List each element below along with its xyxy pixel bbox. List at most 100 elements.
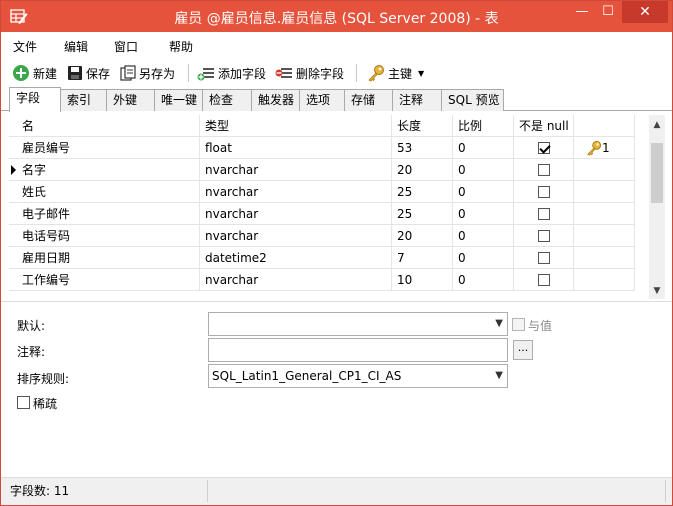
field-scale-cell[interactable]: 0 [453, 247, 514, 269]
not-null-cell [514, 159, 574, 181]
save-as-button[interactable]: 另存为 [120, 62, 175, 84]
primary-key-button[interactable]: 主键 ▼ [367, 62, 424, 84]
column-header-length[interactable]: 长度 [392, 115, 453, 137]
comment-label: 注释: [17, 345, 46, 359]
field-type-cell[interactable]: float [200, 137, 392, 159]
field-scale-cell[interactable]: 0 [453, 181, 514, 203]
field-length-cell[interactable]: 10 [392, 269, 453, 291]
column-header-key[interactable] [574, 115, 635, 137]
field-name-cell[interactable]: 工作编号 [17, 269, 200, 291]
field-name-cell[interactable]: 雇用日期 [17, 247, 200, 269]
field-type-cell[interactable]: nvarchar [200, 269, 392, 291]
save-button[interactable]: 保存 [67, 62, 110, 84]
table-row[interactable]: 名字 nvarchar 20 0 [9, 159, 635, 181]
tab-strip: 字段 索引 外键 唯一键 检查 触发器 选项 存储 注释 SQL 预览 [1, 87, 672, 112]
chevron-down-icon[interactable]: ▼ [495, 365, 503, 387]
not-null-checkbox[interactable] [538, 230, 550, 242]
key-cell: 1 [574, 137, 635, 159]
tab-options[interactable]: 选项 [299, 89, 345, 111]
table-designer-window: 雇员 @雇员信息.雇员信息 (SQL Server 2008) - 表 — ☐ … [0, 0, 673, 506]
menu-file[interactable]: 文件 [13, 38, 37, 55]
key-cell [574, 269, 635, 291]
field-length-cell[interactable]: 7 [392, 247, 453, 269]
column-header-name[interactable]: 名 [17, 115, 200, 137]
field-name-cell[interactable]: 雇员编号 [17, 137, 200, 159]
close-button[interactable]: ✕ [622, 1, 668, 23]
column-header-scale[interactable]: 比例 [453, 115, 514, 137]
table-row[interactable]: 姓氏 nvarchar 25 0 [9, 181, 635, 203]
field-type-cell[interactable]: datetime2 [200, 247, 392, 269]
field-type-cell[interactable]: nvarchar [200, 203, 392, 225]
table-row[interactable]: 雇员编号 float 53 0 1 [9, 137, 635, 159]
scroll-down-arrow-icon[interactable]: ▼ [649, 283, 665, 299]
add-field-button[interactable]: 添加字段 [197, 62, 266, 84]
chevron-down-icon[interactable]: ▼ [418, 69, 424, 78]
menu-help[interactable]: 帮助 [169, 38, 193, 55]
key-cell [574, 225, 635, 247]
tab-triggers[interactable]: 触发器 [251, 89, 300, 111]
tab-indexes[interactable]: 索引 [60, 89, 107, 111]
not-null-checkbox[interactable] [538, 142, 550, 154]
minimize-button[interactable]: — [569, 1, 595, 23]
scroll-up-arrow-icon[interactable]: ▲ [649, 117, 665, 133]
not-null-checkbox[interactable] [538, 252, 550, 264]
field-name-cell[interactable]: 电子邮件 [17, 203, 200, 225]
field-length-cell[interactable]: 20 [392, 225, 453, 247]
column-header-type[interactable]: 类型 [200, 115, 392, 137]
primary-key-order: 1 [602, 141, 610, 155]
status-separator [665, 480, 666, 502]
tab-storage[interactable]: 存储 [344, 89, 393, 111]
not-null-checkbox[interactable] [538, 208, 550, 220]
comment-input[interactable] [208, 338, 508, 362]
new-icon [13, 65, 29, 81]
menu-window[interactable]: 窗口 [114, 38, 138, 55]
field-properties-panel: 默认: ▼ 与值 注释: ... 排序规则: SQL_Latin1_Genera… [1, 305, 672, 475]
field-type-cell[interactable]: nvarchar [200, 225, 392, 247]
tab-comment[interactable]: 注释 [392, 89, 442, 111]
not-null-checkbox[interactable] [538, 186, 550, 198]
table-row[interactable]: 电话号码 nvarchar 20 0 [9, 225, 635, 247]
field-length-cell[interactable]: 25 [392, 203, 453, 225]
vertical-scrollbar[interactable]: ▲ ▼ [649, 115, 665, 299]
sparse-checkbox[interactable] [17, 396, 30, 409]
new-button[interactable]: 新建 [12, 62, 57, 84]
panel-divider[interactable] [1, 301, 672, 302]
field-name-cell[interactable]: 姓氏 [17, 181, 200, 203]
collation-label: 排序规则: [17, 372, 70, 386]
field-scale-cell[interactable]: 0 [453, 225, 514, 247]
field-type-cell[interactable]: nvarchar [200, 159, 392, 181]
tab-unique-keys[interactable]: 唯一键 [154, 89, 203, 111]
field-length-cell[interactable]: 53 [392, 137, 453, 159]
field-type-cell[interactable]: nvarchar [200, 181, 392, 203]
tab-sql-preview[interactable]: SQL 预览 [441, 89, 504, 111]
as-value-checkbox[interactable] [512, 318, 525, 331]
menu-edit[interactable]: 编辑 [64, 38, 88, 55]
chevron-down-icon[interactable]: ▼ [495, 313, 503, 335]
comment-ellipsis-button[interactable]: ... [513, 340, 533, 360]
delete-field-button[interactable]: 删除字段 [275, 62, 344, 84]
default-combobox[interactable]: ▼ [208, 312, 508, 336]
table-row[interactable]: 雇用日期 datetime2 7 0 [9, 247, 635, 269]
delete-field-icon [275, 68, 292, 78]
not-null-checkbox[interactable] [538, 274, 550, 286]
tab-fields[interactable]: 字段 [9, 87, 61, 112]
scroll-thumb[interactable] [651, 143, 663, 203]
tab-foreign-keys[interactable]: 外键 [106, 89, 155, 111]
field-length-cell[interactable]: 20 [392, 159, 453, 181]
field-name-cell[interactable]: 名字 [17, 159, 200, 181]
field-scale-cell[interactable]: 0 [453, 159, 514, 181]
field-length-cell[interactable]: 25 [392, 181, 453, 203]
field-name-cell[interactable]: 电话号码 [17, 225, 200, 247]
table-row[interactable]: 电子邮件 nvarchar 25 0 [9, 203, 635, 225]
maximize-button[interactable]: ☐ [595, 1, 621, 23]
delete-field-label: 删除字段 [296, 66, 345, 81]
table-row[interactable]: 工作编号 nvarchar 10 0 [9, 269, 635, 291]
toolbar-separator [356, 64, 357, 82]
field-scale-cell[interactable]: 0 [453, 203, 514, 225]
column-header-not-null[interactable]: 不是 null [514, 115, 574, 137]
not-null-checkbox[interactable] [538, 164, 550, 176]
tab-checks[interactable]: 检查 [202, 89, 252, 111]
field-scale-cell[interactable]: 0 [453, 137, 514, 159]
collation-combobox[interactable]: SQL_Latin1_General_CP1_CI_AS ▼ [208, 364, 508, 388]
field-scale-cell[interactable]: 0 [453, 269, 514, 291]
